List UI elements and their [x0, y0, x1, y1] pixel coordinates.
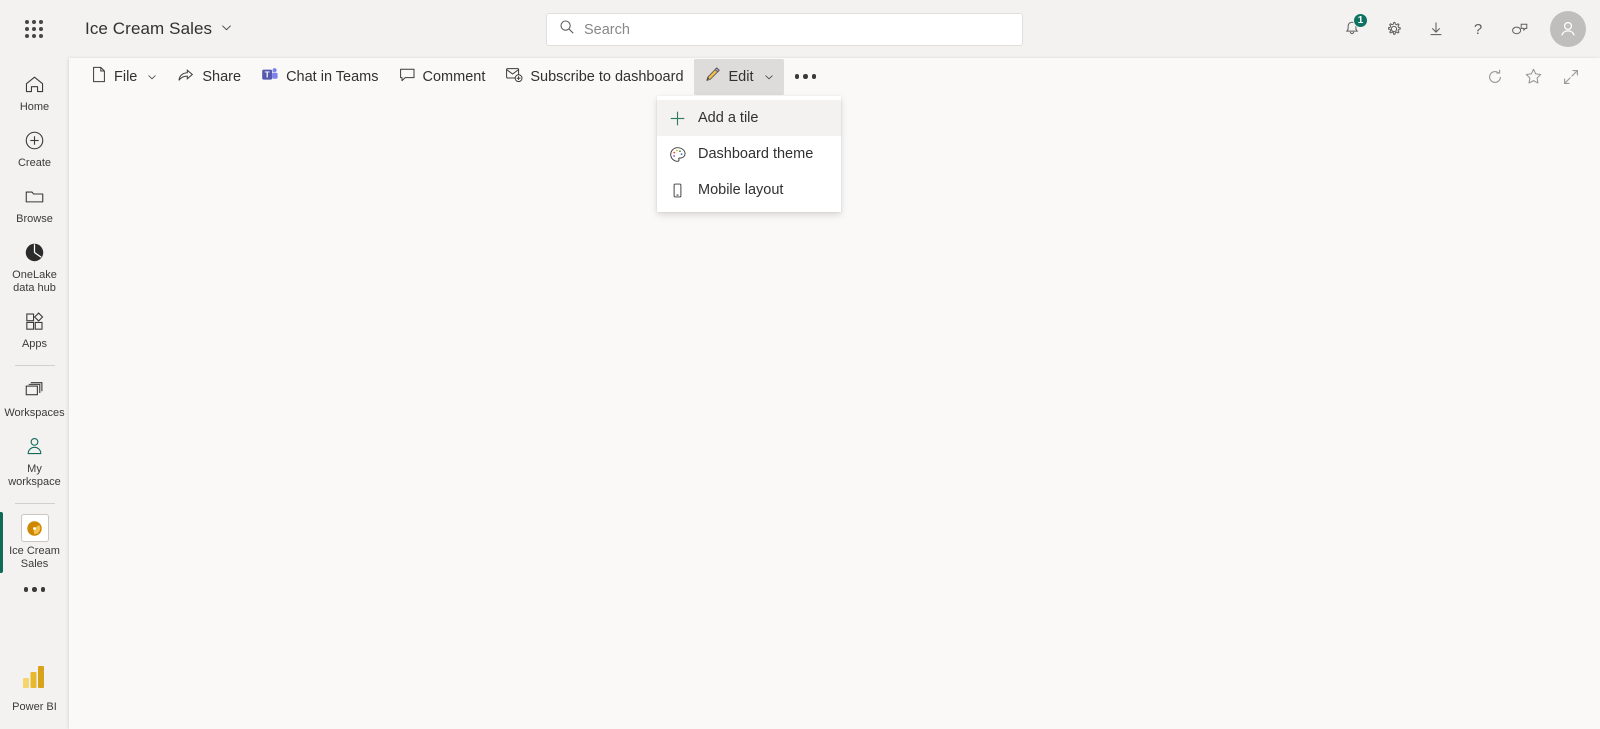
subscribe-to-dashboard-button[interactable]: Subscribe to dashboard [495, 59, 693, 95]
onelake-icon [23, 239, 46, 265]
share-button[interactable]: Share [167, 59, 251, 95]
edit-label: Edit [728, 68, 754, 85]
refresh-button[interactable] [1478, 60, 1512, 94]
share-label: Share [202, 68, 242, 85]
home-icon [23, 71, 46, 97]
sidebar-item-workspaces[interactable]: Workspaces [0, 370, 69, 426]
subscribe-icon [505, 66, 523, 87]
product-branding: Power BI [12, 663, 57, 729]
more-options-button[interactable] [784, 59, 828, 95]
sidebar-item-label: Browse [16, 213, 53, 225]
subscribe-label: Subscribe to dashboard [530, 68, 684, 85]
sidebar-item-ice-cream-sales[interactable]: Ice Cream Sales [0, 508, 69, 577]
question-icon: ? [1474, 21, 1482, 38]
sidebar-item-my-workspace[interactable]: My workspace [0, 426, 69, 495]
waffle-icon [25, 20, 43, 38]
person-icon [23, 433, 46, 459]
chat-in-teams-label: Chat in Teams [286, 68, 379, 85]
sidebar-item-label: Home [19, 101, 50, 113]
star-icon [1525, 68, 1541, 84]
sidebar-item-browse[interactable]: Browse [0, 176, 69, 232]
menu-item-mobile-layout[interactable]: Mobile layout [657, 172, 841, 208]
command-bar-right-actions [1478, 60, 1588, 94]
document-title-dropdown[interactable]: Ice Cream Sales [78, 14, 239, 44]
sidebar-divider [14, 503, 55, 504]
notifications-button[interactable]: 1 [1332, 9, 1372, 49]
sidebar-item-label: OneLake data hub [12, 269, 57, 294]
chevron-down-icon [221, 20, 232, 38]
sidebar-item-label: Workspaces [4, 407, 65, 419]
download-button[interactable] [1416, 9, 1456, 49]
chevron-down-icon [147, 72, 157, 82]
file-menu-button[interactable]: File [81, 59, 167, 95]
download-icon [1430, 22, 1442, 36]
teams-icon: T [261, 66, 279, 87]
notification-badge: 1 [1353, 13, 1368, 28]
workspaces-icon [23, 377, 46, 403]
file-label: File [114, 68, 138, 85]
sidebar-item-label: My workspace [8, 463, 61, 488]
content-panel: File Share T Chat in Teams Comment Subsc… [69, 58, 1600, 729]
search-box[interactable] [546, 13, 1023, 46]
person-icon [1561, 21, 1575, 36]
dashboard-tile-icon [20, 514, 49, 542]
file-icon [91, 66, 107, 87]
phone-icon [669, 182, 686, 199]
gear-icon [1388, 21, 1401, 35]
feedback-icon [1512, 23, 1528, 35]
sidebar-item-label: Create [17, 157, 52, 169]
feedback-button[interactable] [1500, 9, 1540, 49]
active-indicator [0, 512, 3, 573]
folder-icon [23, 183, 46, 209]
page-title: Ice Cream Sales [85, 19, 213, 38]
sidebar-item-home[interactable]: Home [0, 64, 69, 120]
sidebar-item-onelake-data-hub[interactable]: OneLake data hub [0, 232, 69, 301]
svg-text:?: ? [1474, 21, 1482, 38]
edit-dropdown-menu: Add a tile Dashboard theme Mobile layout [657, 96, 841, 212]
avatar[interactable] [1550, 11, 1586, 47]
chat-in-teams-button[interactable]: T Chat in Teams [251, 59, 388, 95]
plus-circle-icon [23, 127, 46, 153]
sidebar-divider [14, 365, 55, 366]
sidebar-item-label: Ice Cream Sales [9, 545, 60, 570]
apps-icon [23, 308, 46, 334]
menu-item-label: Add a tile [698, 110, 759, 126]
sidebar-item-apps[interactable]: Apps [0, 301, 69, 357]
left-navigation: Home Create Browse OneLake data hub Apps [0, 58, 69, 729]
pencil-icon [704, 66, 722, 87]
plus-icon [669, 110, 686, 127]
app-launcher-button[interactable] [12, 7, 56, 51]
menu-item-label: Mobile layout [698, 182, 784, 198]
product-label: Power BI [12, 701, 57, 713]
fullscreen-icon [1564, 69, 1578, 84]
comment-icon [399, 67, 416, 87]
dashboard-command-bar: File Share T Chat in Teams Comment Subsc… [69, 58, 1600, 96]
sidebar-more-button[interactable] [0, 577, 69, 602]
header-actions: 1 ? [1332, 0, 1600, 58]
help-button[interactable]: ? [1458, 9, 1498, 49]
chevron-down-icon [764, 72, 774, 82]
comment-button[interactable]: Comment [389, 59, 496, 95]
palette-icon [669, 146, 686, 163]
refresh-icon [1489, 69, 1501, 83]
menu-item-dashboard-theme[interactable]: Dashboard theme [657, 136, 841, 172]
favorite-button[interactable] [1516, 60, 1550, 94]
settings-button[interactable] [1374, 9, 1414, 49]
comment-label: Comment [422, 68, 486, 85]
svg-text:T: T [265, 70, 270, 79]
search-input[interactable] [584, 14, 1010, 45]
top-header-bar: Ice Cream Sales 1 [0, 0, 1600, 58]
power-bi-logo-icon [21, 663, 47, 696]
edit-menu-button[interactable]: Edit [693, 58, 784, 95]
search-icon [559, 19, 575, 40]
menu-item-add-a-tile[interactable]: Add a tile [657, 100, 841, 136]
fullscreen-button[interactable] [1554, 60, 1588, 94]
sidebar-item-create[interactable]: Create [0, 120, 69, 176]
menu-item-label: Dashboard theme [698, 146, 814, 162]
share-icon [177, 66, 195, 87]
sidebar-item-label: Apps [21, 338, 48, 350]
